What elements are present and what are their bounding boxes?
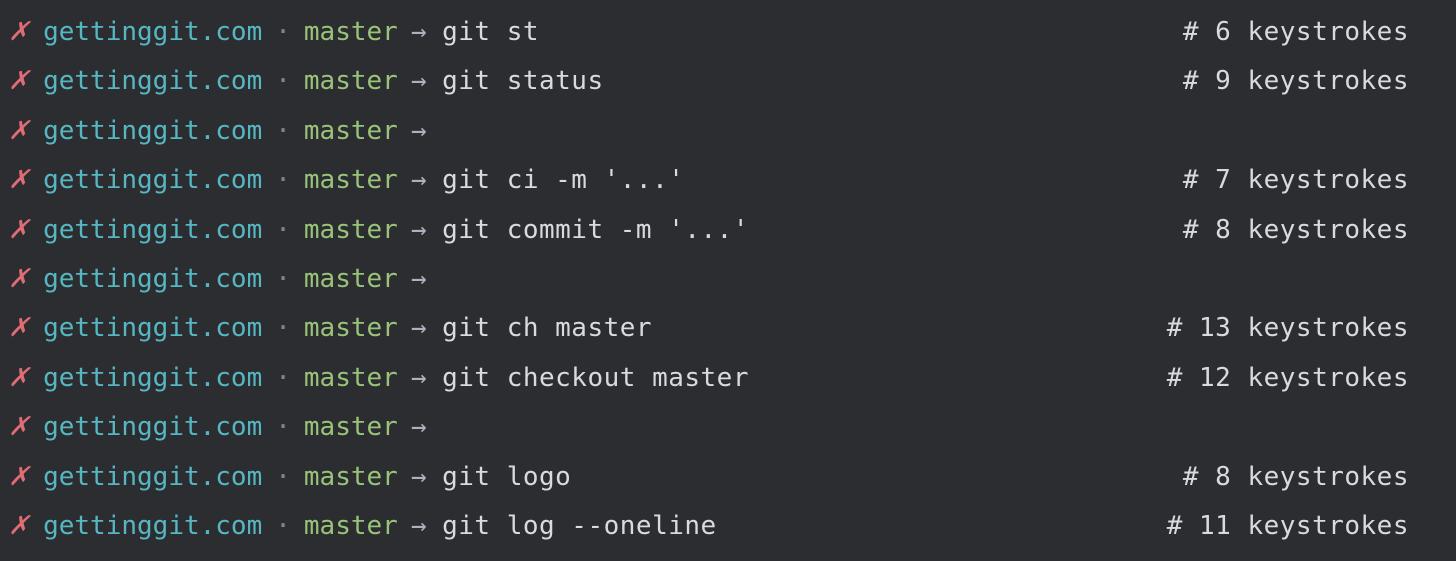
- prompt-separator: ·: [275, 8, 291, 57]
- prompt-branch: master: [304, 206, 398, 255]
- command-text: git log --oneline: [442, 502, 717, 551]
- command-text: git commit -m '...': [442, 206, 749, 255]
- prompt-separator: ·: [275, 255, 291, 304]
- prompt-arrow-icon: →: [411, 453, 427, 502]
- prompt-separator: ·: [275, 57, 291, 106]
- prompt-status-icon: ✗: [8, 304, 34, 353]
- prompt-directory: gettinggit.com: [43, 255, 262, 304]
- prompt-separator: ·: [275, 502, 291, 551]
- prompt-branch: master: [304, 8, 398, 57]
- prompt-branch: master: [304, 156, 398, 205]
- keystroke-comment: # 8 keystrokes: [1131, 206, 1448, 255]
- prompt-arrow-icon: →: [411, 57, 427, 106]
- prompt-arrow-icon: →: [411, 354, 427, 403]
- prompt-separator: ·: [275, 156, 291, 205]
- prompt-arrow-icon: →: [411, 403, 427, 452]
- terminal-line: ✗gettinggit.com · master →: [8, 107, 1448, 156]
- terminal-line: ✗gettinggit.com · master → git ch master # 13…: [8, 304, 1448, 353]
- prompt-branch: master: [304, 304, 398, 353]
- prompt-branch: master: [304, 354, 398, 403]
- terminal-line: ✗gettinggit.com · master →: [8, 403, 1448, 452]
- command-text: git checkout master: [442, 354, 749, 403]
- terminal-line: ✗gettinggit.com · master → git st # 6 keystro…: [8, 8, 1448, 57]
- command-text: git ch master: [442, 304, 652, 353]
- prompt-status-icon: ✗: [8, 354, 34, 403]
- terminal-line: ✗gettinggit.com · master → git ci -m '...' # …: [8, 156, 1448, 205]
- keystroke-comment: # 8 keystrokes: [1131, 453, 1448, 502]
- prompt-directory: gettinggit.com: [43, 107, 262, 156]
- prompt-status-icon: ✗: [8, 57, 34, 106]
- terminal-line: ✗gettinggit.com · master → git status # 9 key…: [8, 57, 1448, 106]
- prompt-directory: gettinggit.com: [43, 453, 262, 502]
- prompt-separator: ·: [275, 403, 291, 452]
- keystroke-comment: # 6 keystrokes: [1131, 8, 1448, 57]
- terminal-output: ✗gettinggit.com·master→git st# 6 keystro…: [8, 8, 1448, 551]
- keystroke-comment: # 7 keystrokes: [1131, 156, 1448, 205]
- prompt-branch: master: [304, 255, 398, 304]
- prompt-arrow-icon: →: [411, 304, 427, 353]
- prompt-directory: gettinggit.com: [43, 156, 262, 205]
- prompt-directory: gettinggit.com: [43, 403, 262, 452]
- keystroke-comment: # 13 keystrokes: [1115, 304, 1448, 353]
- prompt-arrow-icon: →: [411, 8, 427, 57]
- prompt-directory: gettinggit.com: [43, 502, 262, 551]
- prompt-directory: gettinggit.com: [43, 354, 262, 403]
- prompt-arrow-icon: →: [411, 255, 427, 304]
- prompt-separator: ·: [275, 304, 291, 353]
- prompt-status-icon: ✗: [8, 156, 34, 205]
- prompt-separator: ·: [275, 107, 291, 156]
- command-text: git status: [442, 57, 604, 106]
- prompt-directory: gettinggit.com: [43, 206, 262, 255]
- prompt-status-icon: ✗: [8, 8, 34, 57]
- prompt-directory: gettinggit.com: [43, 304, 262, 353]
- prompt-status-icon: ✗: [8, 502, 34, 551]
- terminal-line: ✗gettinggit.com · master →: [8, 255, 1448, 304]
- prompt-status-icon: ✗: [8, 403, 34, 452]
- keystroke-comment: # 12 keystrokes: [1115, 354, 1448, 403]
- prompt-branch: master: [304, 403, 398, 452]
- command-text: git st: [442, 8, 539, 57]
- terminal-line: ✗gettinggit.com · master → git checkout mast…: [8, 354, 1448, 403]
- command-text: git logo: [442, 453, 571, 502]
- terminal-line: ✗gettinggit.com · master → git logo # 8 keyst…: [8, 453, 1448, 502]
- prompt-separator: ·: [275, 354, 291, 403]
- prompt-arrow-icon: →: [411, 206, 427, 255]
- terminal-line: ✗gettinggit.com · master → git log --oneline…: [8, 502, 1448, 551]
- keystroke-comment: # 11 keystrokes: [1115, 502, 1448, 551]
- prompt-branch: master: [304, 453, 398, 502]
- prompt-status-icon: ✗: [8, 453, 34, 502]
- prompt-status-icon: ✗: [8, 206, 34, 255]
- prompt-branch: master: [304, 107, 398, 156]
- prompt-arrow-icon: →: [411, 502, 427, 551]
- terminal-line: ✗gettinggit.com · master → git commit -m '..…: [8, 206, 1448, 255]
- prompt-branch: master: [304, 502, 398, 551]
- prompt-arrow-icon: →: [411, 107, 427, 156]
- prompt-arrow-icon: →: [411, 156, 427, 205]
- prompt-separator: ·: [275, 453, 291, 502]
- prompt-directory: gettinggit.com: [43, 57, 262, 106]
- prompt-status-icon: ✗: [8, 255, 34, 304]
- prompt-separator: ·: [275, 206, 291, 255]
- prompt-directory: gettinggit.com: [43, 8, 262, 57]
- prompt-status-icon: ✗: [8, 107, 34, 156]
- prompt-branch: master: [304, 57, 398, 106]
- command-text: git ci -m '...': [442, 156, 684, 205]
- keystroke-comment: # 9 keystrokes: [1131, 57, 1448, 106]
